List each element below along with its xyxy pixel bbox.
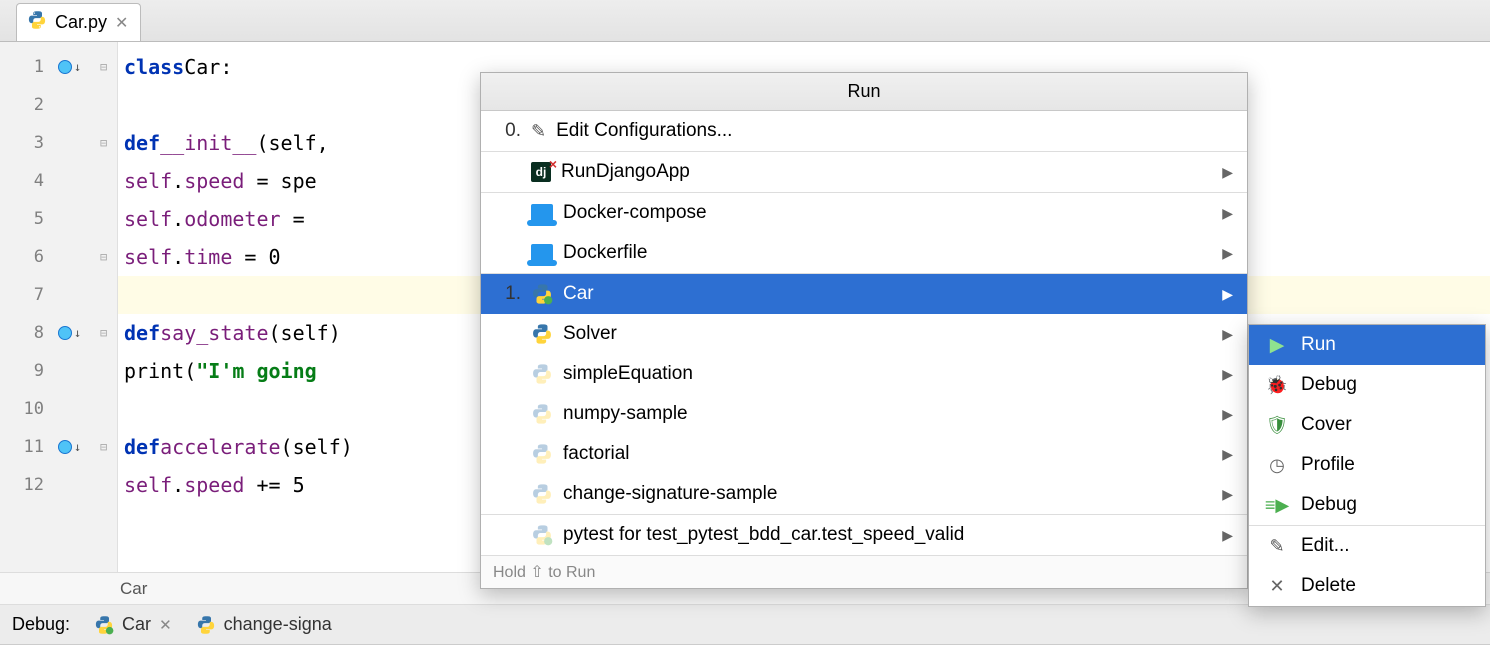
pencil-icon: ✎ bbox=[1267, 536, 1287, 557]
run-config-item[interactable]: simpleEquation ▶ bbox=[481, 354, 1247, 394]
tab-filename: Car.py bbox=[55, 12, 107, 33]
popup-title: Run bbox=[481, 73, 1247, 111]
run-config-item[interactable]: Docker-compose ▶ bbox=[481, 193, 1247, 233]
popup-footer: Hold ⇧ to Run bbox=[481, 555, 1247, 588]
pencil-icon: ✎ bbox=[531, 121, 546, 142]
run-config-item[interactable]: factorial ▶ bbox=[481, 434, 1247, 474]
run-config-item[interactable]: dj RunDjangoApp ▶ bbox=[481, 152, 1247, 192]
chevron-right-icon: ▶ bbox=[1222, 286, 1233, 303]
python-dim-icon bbox=[531, 363, 553, 385]
run-config-item[interactable]: Dockerfile ▶ bbox=[481, 233, 1247, 273]
run-gutter-icon[interactable]: ↓ bbox=[58, 440, 81, 454]
chevron-right-icon: ▶ bbox=[1222, 527, 1233, 544]
play-icon: ▶ bbox=[1267, 334, 1287, 357]
clock-icon: ◷ bbox=[1267, 455, 1287, 476]
run-config-item[interactable]: pytest for test_pytest_bdd_car.test_spee… bbox=[481, 515, 1247, 555]
docker-icon bbox=[531, 244, 553, 262]
chevron-right-icon: ▶ bbox=[1222, 205, 1233, 222]
gutter: 1↓⊟ 2 3⊟ 4 5 6⊟ 7 8↓⊟ 9 10 11↓⊟ 12 bbox=[0, 42, 118, 572]
docker-icon bbox=[531, 204, 553, 222]
run-config-item[interactable]: Solver ▶ bbox=[481, 314, 1247, 354]
chevron-right-icon: ▶ bbox=[1222, 406, 1233, 423]
step-debug-icon: ≡▶ bbox=[1267, 495, 1287, 516]
close-icon[interactable]: ✕ bbox=[159, 616, 172, 634]
django-icon: dj bbox=[531, 162, 551, 182]
submenu-edit[interactable]: ✎ Edit... bbox=[1249, 526, 1485, 566]
close-icon[interactable]: ✕ bbox=[115, 13, 128, 33]
tab-bar: Car.py ✕ bbox=[0, 0, 1490, 42]
submenu-delete[interactable]: ✕ Delete bbox=[1249, 566, 1485, 606]
submenu-cover[interactable]: 🛡 Cover bbox=[1249, 405, 1485, 445]
fold-icon[interactable]: ⊟ bbox=[100, 326, 107, 340]
shield-icon: 🛡 bbox=[1267, 415, 1287, 436]
chevron-right-icon: ▶ bbox=[1222, 446, 1233, 463]
python-dim-icon bbox=[531, 483, 553, 505]
fold-icon[interactable]: ⊟ bbox=[100, 136, 107, 150]
fold-icon[interactable]: ⊟ bbox=[100, 60, 107, 74]
run-gutter-icon[interactable]: ↓ bbox=[58, 326, 81, 340]
chevron-right-icon: ▶ bbox=[1222, 366, 1233, 383]
submenu-run[interactable]: ▶ Run bbox=[1249, 325, 1485, 365]
fold-end-icon[interactable]: ⊟ bbox=[100, 250, 107, 264]
debug-tab[interactable]: Car ✕ bbox=[94, 614, 172, 635]
chevron-right-icon: ▶ bbox=[1222, 486, 1233, 503]
debug-tab[interactable]: change-signa bbox=[196, 614, 332, 635]
pytest-icon bbox=[531, 524, 553, 546]
python-dim-icon bbox=[531, 443, 553, 465]
chevron-right-icon: ▶ bbox=[1222, 245, 1233, 262]
run-config-item[interactable]: numpy-sample ▶ bbox=[481, 394, 1247, 434]
submenu-profile[interactable]: ◷ Profile bbox=[1249, 445, 1485, 485]
run-popup: Run 0. ✎ Edit Configurations... dj RunDj… bbox=[480, 72, 1248, 589]
chevron-right-icon: ▶ bbox=[1222, 164, 1233, 181]
run-gutter-icon[interactable]: ↓ bbox=[58, 60, 81, 74]
python-run-icon bbox=[531, 283, 553, 305]
chevron-right-icon: ▶ bbox=[1222, 326, 1233, 343]
debug-toolwindow-bar: Debug: Car ✕ change-signa bbox=[0, 605, 1490, 645]
run-submenu: ▶ Run 🐞 Debug 🛡 Cover ◷ Profile ≡▶ Debug… bbox=[1248, 324, 1486, 607]
python-dim-icon bbox=[531, 403, 553, 425]
python-icon bbox=[531, 323, 553, 345]
fold-icon[interactable]: ⊟ bbox=[100, 440, 107, 454]
submenu-debug[interactable]: 🐞 Debug bbox=[1249, 365, 1485, 405]
bug-icon: 🐞 bbox=[1267, 375, 1287, 396]
editor-tab[interactable]: Car.py ✕ bbox=[16, 3, 141, 41]
submenu-debug2[interactable]: ≡▶ Debug bbox=[1249, 485, 1485, 525]
debug-label: Debug: bbox=[12, 614, 70, 635]
run-config-item[interactable]: change-signature-sample ▶ bbox=[481, 474, 1247, 514]
run-config-item-selected[interactable]: 1. Car ▶ bbox=[481, 274, 1247, 314]
edit-configurations-item[interactable]: 0. ✎ Edit Configurations... bbox=[481, 111, 1247, 151]
close-icon: ✕ bbox=[1267, 576, 1287, 597]
python-file-icon bbox=[27, 10, 47, 35]
